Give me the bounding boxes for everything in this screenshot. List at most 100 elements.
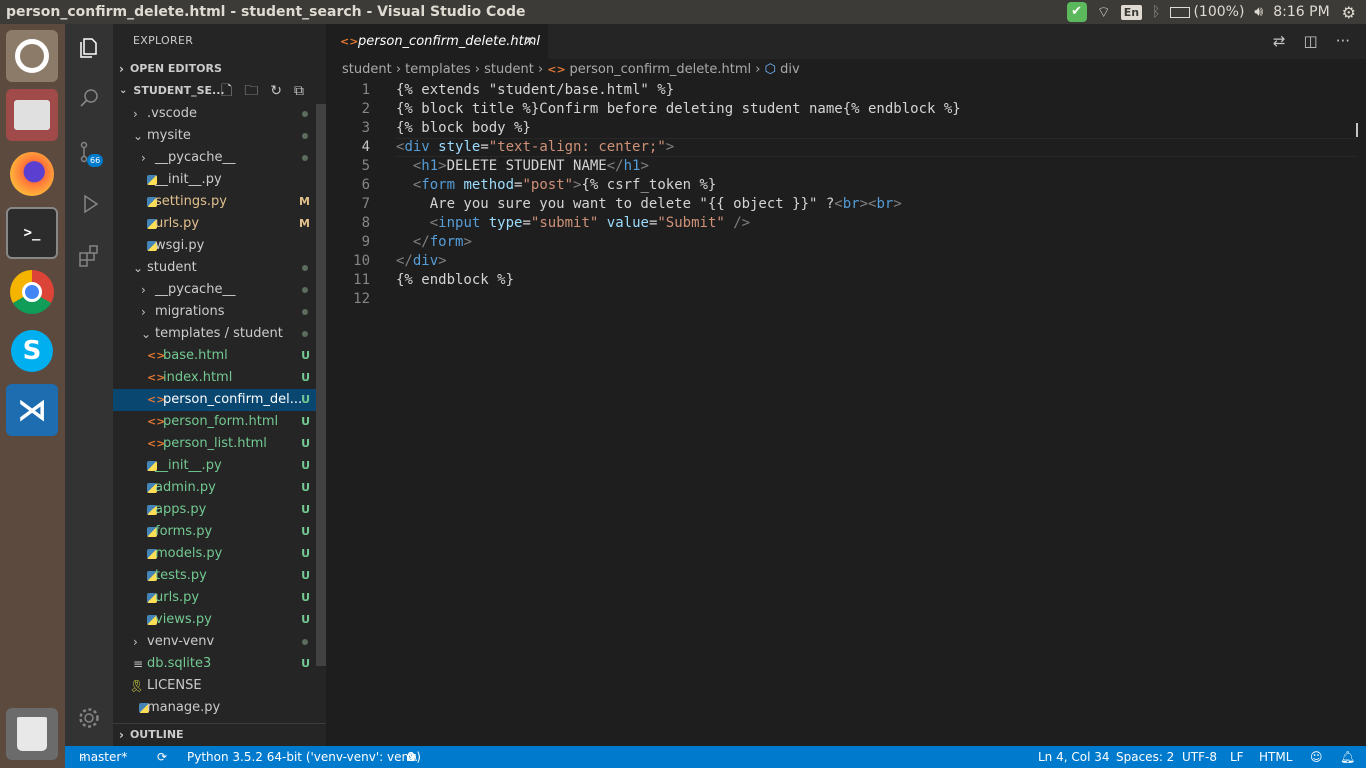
source-control-icon[interactable]: 66 — [65, 128, 113, 176]
folder-status-dot — [302, 639, 308, 645]
new-folder-icon[interactable]: 🗀︎ — [244, 83, 270, 99]
tree-item[interactable]: admin.py U — [113, 477, 326, 499]
tree-item[interactable]: ≡ db.sqlite3 U — [113, 653, 326, 675]
breadcrumb-item[interactable]: templates — [405, 62, 470, 77]
tree-item[interactable]: __init__.py U — [113, 455, 326, 477]
run-debug-icon[interactable] — [65, 180, 113, 228]
editor-scrollbar-marker[interactable] — [1356, 123, 1366, 137]
code-line[interactable]: <form method="post">{% csrf_token %} — [396, 176, 716, 195]
new-file-icon[interactable]: 🗋︎ — [221, 83, 244, 99]
split-editor-icon[interactable]: ◫ — [1304, 24, 1318, 59]
tree-item[interactable]: urls.py U — [113, 587, 326, 609]
code-token: {% block body %} — [396, 120, 531, 136]
tree-item[interactable]: tests.py U — [113, 565, 326, 587]
terminal-icon[interactable]: >_ — [6, 207, 58, 259]
tree-item[interactable]: urls.py M — [113, 213, 326, 235]
tree-item[interactable]: › __pycache__ — [113, 147, 326, 169]
tree-item[interactable]: __init__.py — [113, 169, 326, 191]
breadcrumb-item[interactable]: student — [484, 62, 534, 77]
close-icon[interactable]: ✕ — [524, 24, 535, 59]
code-line[interactable]: </div> — [396, 252, 447, 271]
indentation[interactable]: Spaces: 2 — [1116, 746, 1174, 768]
dash-icon[interactable] — [6, 30, 58, 82]
collapse-all-icon[interactable]: ⧉ — [294, 83, 316, 99]
project-section[interactable]: ⌄ STUDENT_SE... 🗋︎🗀︎↻⧉ — [113, 80, 326, 102]
language-mode[interactable]: HTML — [1259, 746, 1292, 768]
files-icon[interactable] — [6, 89, 58, 141]
more-actions-icon[interactable]: ··· — [1336, 24, 1350, 59]
code-token: "post" — [522, 177, 574, 193]
breadcrumb-item[interactable]: div — [780, 62, 800, 77]
tree-item-label: __pycache__ — [155, 150, 236, 165]
tree-item[interactable]: wsgi.py — [113, 235, 326, 257]
breadcrumb-item[interactable]: person_confirm_delete.html — [570, 62, 752, 77]
refresh-icon[interactable]: ↻ — [270, 83, 294, 99]
open-editors-section[interactable]: › OPEN EDITORS — [113, 58, 326, 80]
tree-item[interactable]: models.py U — [113, 543, 326, 565]
chevron-right-icon: › — [133, 635, 138, 649]
settings-gear-icon[interactable]: ⚙ — [1342, 3, 1356, 22]
tree-item[interactable]: › .vscode — [113, 103, 326, 125]
code-line[interactable]: <input type="submit" value="Submit" /> — [396, 214, 750, 233]
code-line[interactable]: {% block body %} — [396, 119, 531, 138]
chrome-icon[interactable] — [6, 266, 58, 318]
extensions-icon[interactable] — [65, 232, 113, 280]
ubuntu-top-bar: person_confirm_delete.html - student_sea… — [0, 0, 1366, 24]
tree-item-label: forms.py — [155, 524, 213, 539]
tree-item[interactable]: views.py U — [113, 609, 326, 631]
search-icon[interactable] — [65, 74, 113, 122]
tree-item[interactable]: ⌄ templates / student — [113, 323, 326, 345]
firefox-icon[interactable] — [6, 148, 58, 200]
clock[interactable]: 8:16 PM — [1273, 4, 1329, 20]
volume-icon[interactable]: 🔊︎ — [1254, 4, 1263, 20]
wifi-icon[interactable]: ⌔ — [1097, 3, 1111, 22]
open-changes-icon[interactable]: ⇄ — [1273, 24, 1286, 59]
code-line[interactable]: {% extends "student/base.html" %} — [396, 81, 674, 100]
skype-icon[interactable]: S — [6, 325, 58, 377]
tab-person-confirm-delete[interactable]: <> person_confirm_delete.html ✕ — [326, 24, 548, 59]
manage-gear-icon[interactable] — [65, 694, 113, 742]
tree-item[interactable]: › venv-venv — [113, 631, 326, 653]
tree-item[interactable]: <> base.html U — [113, 345, 326, 367]
code-line[interactable]: {% block title %}Confirm before deleting… — [396, 100, 961, 119]
chevron-right-icon: › — [141, 151, 146, 165]
code-line[interactable]: Are you sure you want to delete "{{ obje… — [396, 195, 902, 214]
encoding[interactable]: UTF-8 — [1182, 746, 1217, 768]
battery-indicator[interactable]: (100%) — [1170, 4, 1244, 20]
code-line[interactable]: <h1>DELETE STUDENT NAME</h1> — [396, 157, 649, 176]
line-number: 9 — [361, 234, 370, 250]
outline-section[interactable]: › OUTLINE — [113, 723, 326, 745]
notifications-bell-icon[interactable]: 🔔︎ — [1340, 746, 1355, 768]
cursor-position[interactable]: Ln 4, Col 34 — [1038, 746, 1110, 768]
tree-item[interactable]: settings.py M — [113, 191, 326, 213]
bluetooth-icon[interactable]: ᛒ — [1152, 4, 1160, 20]
tree-item[interactable]: manage.py — [113, 697, 326, 719]
tree-item[interactable]: forms.py U — [113, 521, 326, 543]
code-line[interactable]: {% endblock %} — [396, 271, 514, 290]
update-check-icon[interactable]: ✔ — [1066, 2, 1087, 22]
tree-item[interactable]: 🎗︎ LICENSE — [113, 675, 326, 697]
tree-scrollbar[interactable] — [316, 104, 326, 666]
chevron-right-icon: › — [141, 305, 146, 319]
feedback-icon[interactable]: ☺ — [1310, 746, 1323, 768]
tree-item[interactable]: apps.py U — [113, 499, 326, 521]
python-interpreter[interactable]: Python 3.5.2 64-bit ('venv-venv': venv) — [187, 746, 421, 768]
sync-icon[interactable]: ⟳ — [157, 746, 167, 768]
code-line[interactable]: </form> — [396, 233, 472, 252]
tree-item[interactable]: <> person_list.html U — [113, 433, 326, 455]
breadcrumb-item[interactable]: student — [342, 62, 392, 77]
keyboard-lang[interactable]: En — [1120, 4, 1143, 20]
code-token: > — [893, 196, 902, 212]
tree-item[interactable]: <> index.html U — [113, 367, 326, 389]
tree-item[interactable]: <> person_confirm_del... U — [113, 389, 326, 411]
end-of-line[interactable]: LF — [1230, 746, 1244, 768]
vscode-icon[interactable]: ⋊ — [6, 384, 58, 436]
tree-item[interactable]: › migrations — [113, 301, 326, 323]
tree-item[interactable]: › __pycache__ — [113, 279, 326, 301]
tree-item[interactable]: <> person_form.html U — [113, 411, 326, 433]
tree-item[interactable]: ⌄ student — [113, 257, 326, 279]
chevron-right-icon: › — [119, 727, 124, 742]
explorer-icon[interactable] — [65, 24, 113, 72]
trash-icon[interactable] — [6, 708, 58, 760]
tree-item[interactable]: ⌄ mysite — [113, 125, 326, 147]
